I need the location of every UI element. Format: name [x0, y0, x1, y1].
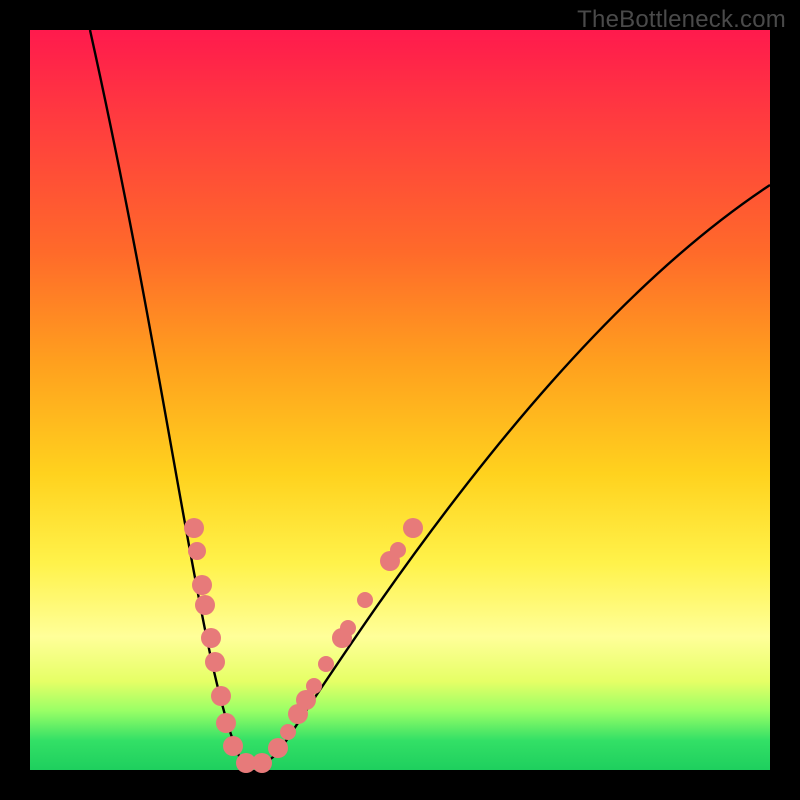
data-dot	[268, 738, 288, 758]
data-dot	[211, 686, 231, 706]
data-dot	[195, 595, 215, 615]
dot-layer	[184, 518, 423, 773]
data-dot	[205, 652, 225, 672]
data-dot	[306, 678, 322, 694]
data-dot	[340, 620, 356, 636]
plot-area	[30, 30, 770, 770]
data-dot	[192, 575, 212, 595]
data-dot	[223, 736, 243, 756]
data-dot	[280, 724, 296, 740]
data-dot	[390, 542, 406, 558]
data-dot	[403, 518, 423, 538]
chart-frame: TheBottleneck.com	[0, 0, 800, 800]
data-dot	[188, 542, 206, 560]
data-dot	[357, 592, 373, 608]
bottleneck-curve	[90, 30, 770, 766]
data-dot	[216, 713, 236, 733]
curve-svg	[30, 30, 770, 770]
data-dot	[252, 753, 272, 773]
data-dot	[184, 518, 204, 538]
data-dot	[201, 628, 221, 648]
data-dot	[318, 656, 334, 672]
